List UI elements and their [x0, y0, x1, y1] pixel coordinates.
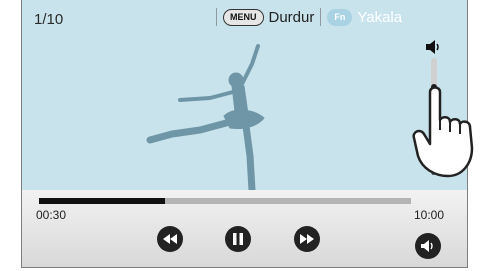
separator — [320, 8, 322, 26]
player-screen: 1/10 MENU Durdur Fn Yakala 00:30 10:00 — [21, 0, 468, 268]
menu-action-label[interactable]: Durdur — [269, 9, 315, 26]
total-time: 10:00 — [414, 208, 445, 222]
file-counter: 1/10 — [34, 11, 64, 28]
pause-button[interactable] — [225, 226, 251, 252]
video-area[interactable]: 1/10 MENU Durdur Fn Yakala — [22, 0, 467, 192]
fast-forward-button[interactable] — [294, 226, 320, 252]
progress-bar[interactable] — [39, 198, 411, 204]
ballerina-silhouette — [146, 44, 265, 192]
pause-icon — [233, 233, 243, 245]
top-bar: MENU Durdur Fn Yakala — [210, 6, 402, 28]
control-bar: 00:30 10:00 — [22, 190, 467, 267]
volume-button[interactable] — [415, 233, 441, 259]
fn-key-badge[interactable]: Fn — [327, 8, 353, 26]
rewind-icon — [163, 234, 177, 244]
menu-key-badge[interactable]: MENU — [223, 8, 264, 26]
fn-action-label[interactable]: Yakala — [357, 9, 402, 26]
progress-fill — [39, 198, 166, 204]
rewind-button[interactable] — [157, 226, 183, 252]
hand-touch-icon — [412, 86, 474, 178]
fast-forward-icon — [300, 234, 314, 244]
volume-icon — [426, 40, 439, 54]
separator — [216, 8, 217, 26]
speaker-icon — [421, 240, 433, 252]
elapsed-time: 00:30 — [36, 208, 67, 222]
